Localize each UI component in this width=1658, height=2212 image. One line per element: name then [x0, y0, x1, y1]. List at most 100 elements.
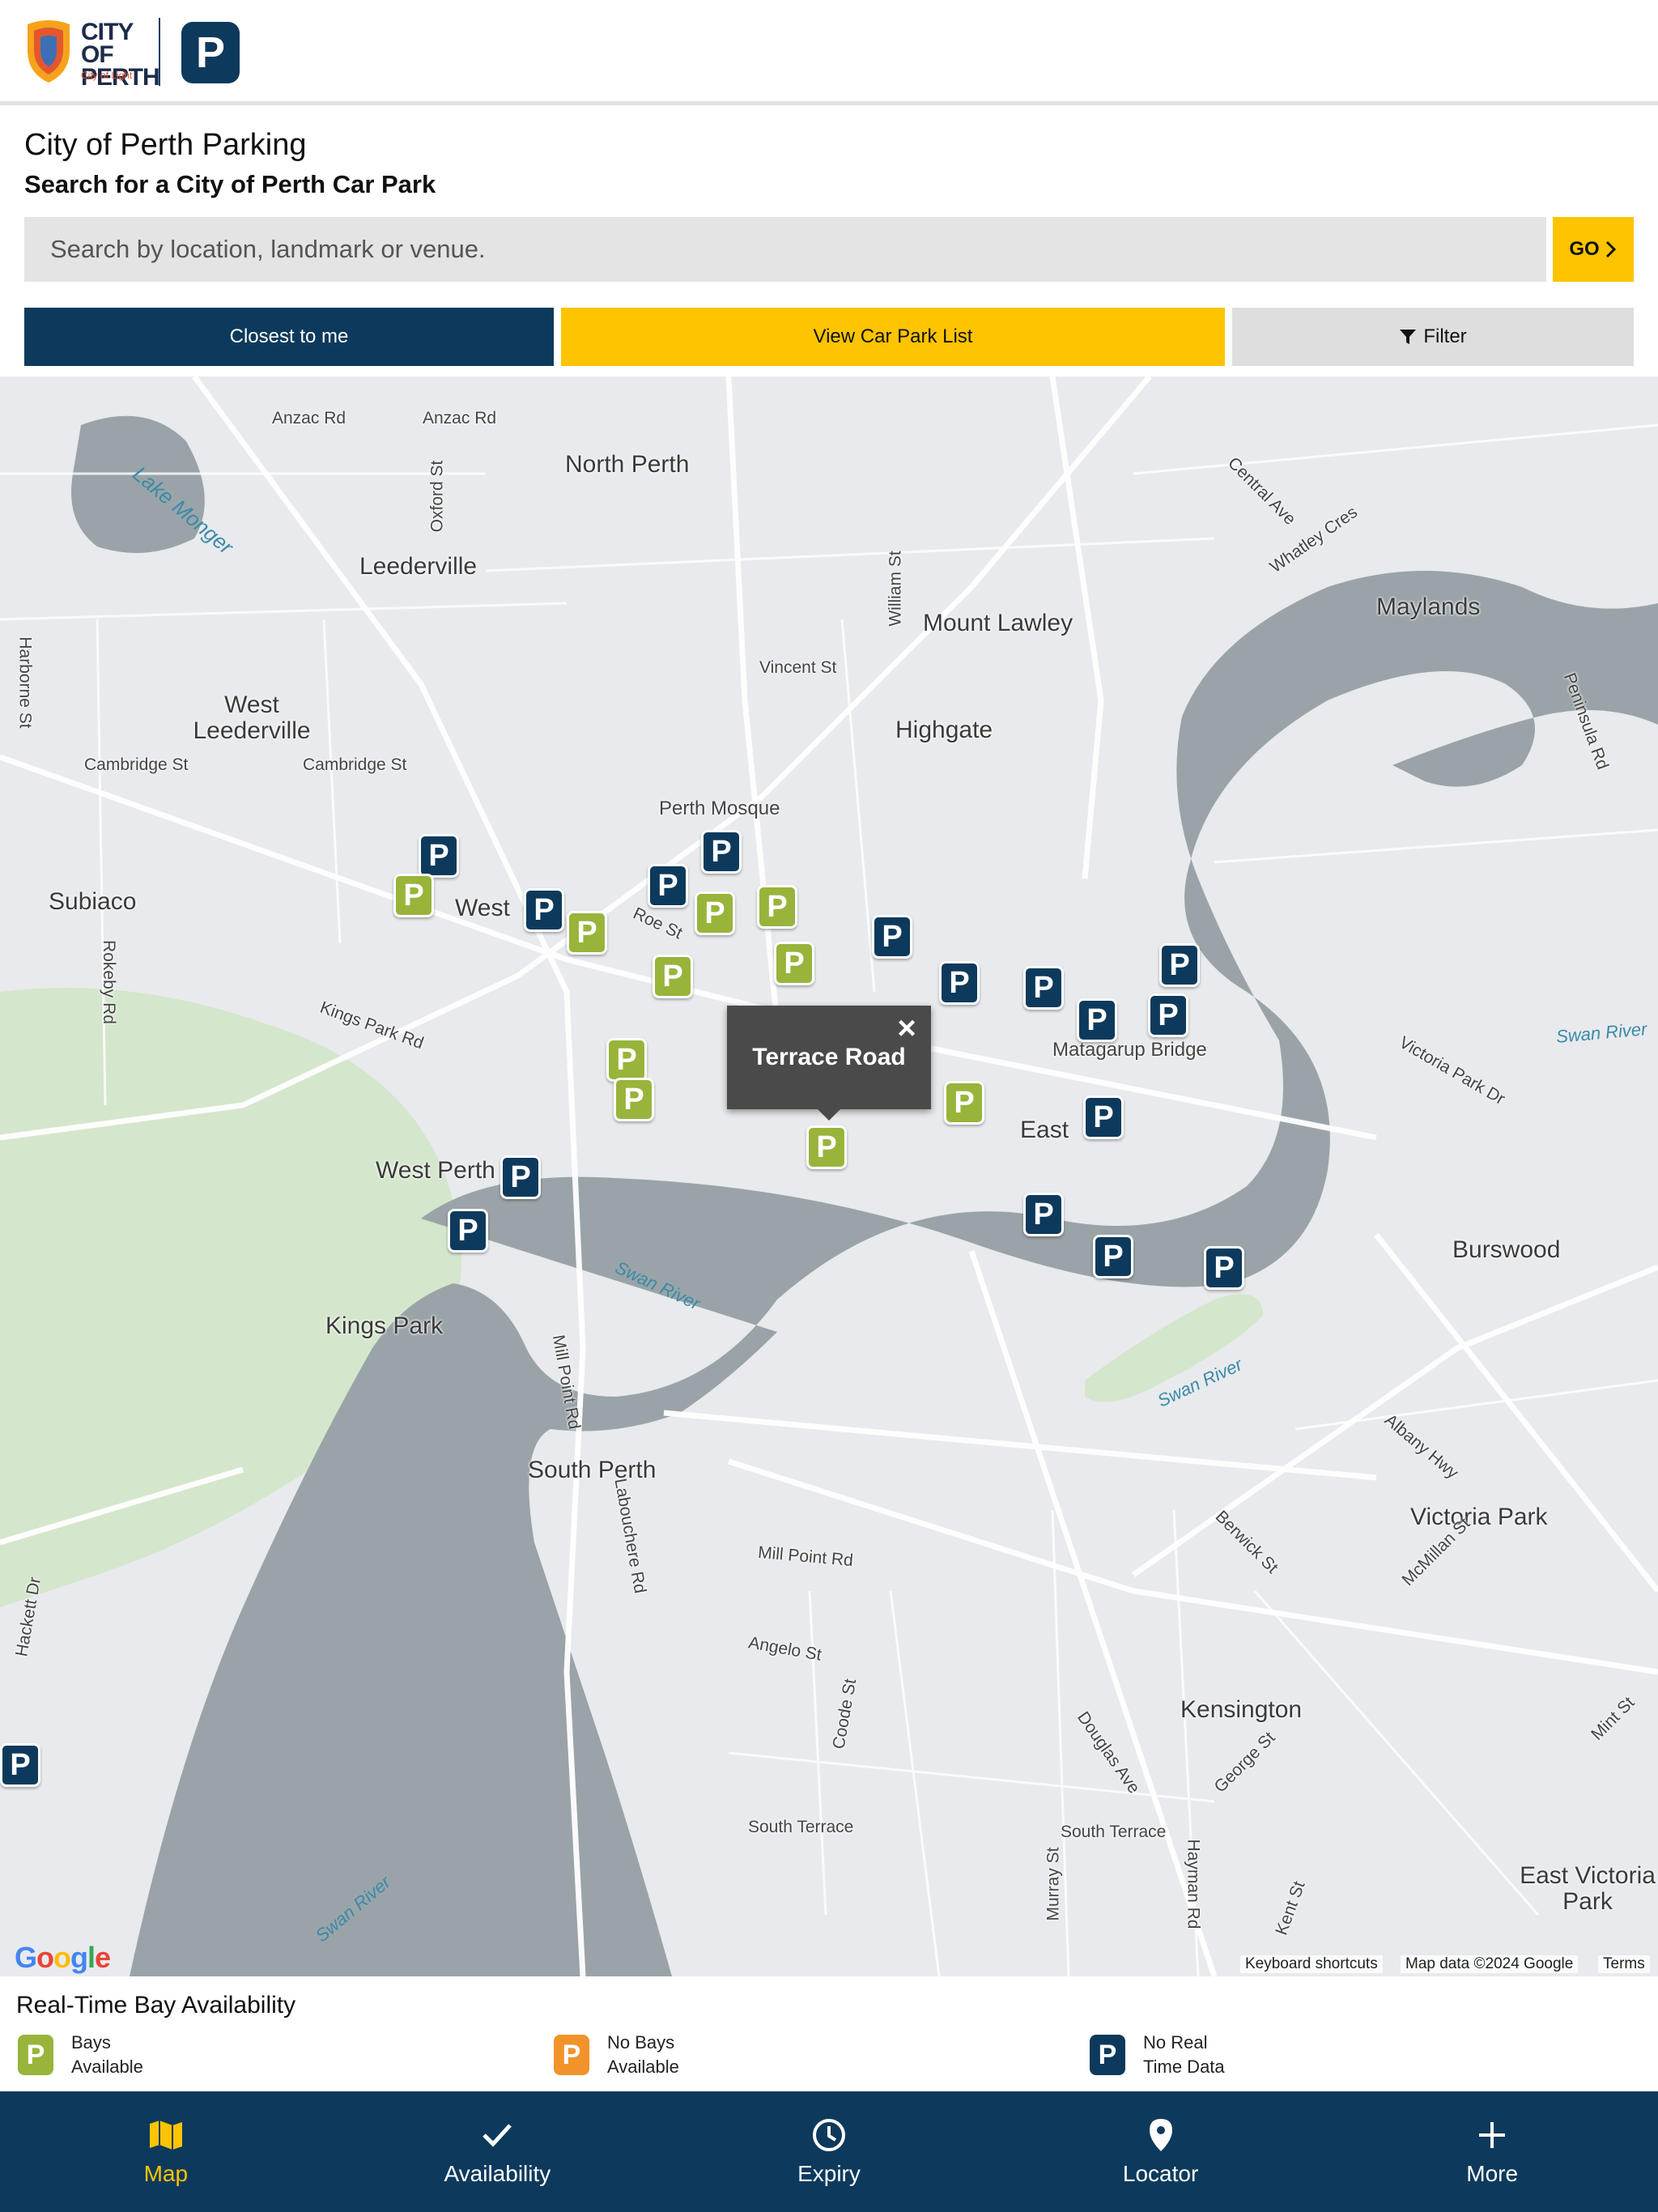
- car-park-marker-no-data[interactable]: P: [1023, 1193, 1064, 1236]
- parking-available-icon: P: [18, 2035, 53, 2075]
- street-label: William St: [886, 551, 905, 627]
- car-park-marker-no-data[interactable]: P: [500, 1155, 541, 1199]
- car-park-map[interactable]: North Perth Leederville Mount Lawley May…: [0, 376, 1658, 1976]
- page-subtitle: Search for a City of Perth Car Park: [24, 170, 436, 198]
- car-park-marker-no-data[interactable]: P: [939, 961, 980, 1005]
- car-park-marker-no-data[interactable]: P: [0, 1743, 40, 1787]
- car-park-marker-available[interactable]: P: [806, 1125, 847, 1169]
- legend-label-line2: Available: [71, 2057, 143, 2077]
- street-label: Murray St: [1044, 1847, 1063, 1921]
- legend-item-available: P Bays Available: [18, 2031, 217, 2079]
- place-label-perth-mosque: Perth Mosque: [659, 798, 780, 819]
- nav-label: Expiry: [797, 2160, 861, 2186]
- car-park-marker-available[interactable]: P: [606, 1038, 647, 1082]
- closest-to-me-label: Closest to me: [229, 325, 349, 347]
- nav-label: Availability: [444, 2160, 551, 2186]
- place-label-west-perth: West Perth: [376, 1157, 495, 1184]
- bottom-nav: Map Availability Expiry Locator More: [0, 2091, 1658, 2212]
- car-park-marker-no-data[interactable]: P: [872, 915, 912, 959]
- car-park-marker-no-data[interactable]: P: [419, 834, 459, 878]
- nav-label: Map: [143, 2160, 189, 2186]
- legend-label-line1: Bays: [71, 2032, 111, 2052]
- car-park-marker-no-data[interactable]: P: [1083, 1095, 1124, 1139]
- street-label: Harborne St: [15, 636, 35, 729]
- nav-item-expiry[interactable]: Expiry: [663, 2091, 995, 2212]
- view-car-park-list-button[interactable]: View Car Park List: [561, 308, 1225, 366]
- go-button-label: GO: [1569, 238, 1600, 260]
- legend-item-no-data: P No Real Time Data: [1090, 2031, 1289, 2079]
- street-label: Anzac Rd: [272, 409, 346, 428]
- place-label-matagarup-bridge: Matagarup Bridge: [1052, 1039, 1207, 1061]
- legend-label-line1: No Real: [1143, 2032, 1208, 2052]
- car-park-marker-available[interactable]: P: [567, 911, 607, 955]
- car-park-marker-no-data[interactable]: P: [448, 1209, 488, 1253]
- google-logo: Google: [15, 1941, 111, 1974]
- car-park-marker-available[interactable]: P: [757, 885, 797, 929]
- place-label-leederville: Leederville: [359, 553, 478, 580]
- car-park-marker-available[interactable]: P: [614, 1078, 654, 1121]
- car-park-marker-available[interactable]: P: [653, 955, 693, 998]
- place-label-kensington: Kensington: [1180, 1696, 1303, 1723]
- car-park-marker-no-data[interactable]: P: [1093, 1235, 1133, 1278]
- place-label-burswood: Burswood: [1452, 1236, 1561, 1263]
- city-of-perth-logo[interactable]: CITY OF PERTH City of Light: [24, 18, 160, 90]
- go-button[interactable]: GO: [1553, 217, 1634, 282]
- legend-title: Real-Time Bay Availability: [16, 1992, 296, 2018]
- place-label-east-victoria-park: East Victoria Park: [1520, 1862, 1656, 1915]
- place-label-north-perth: North Perth: [565, 451, 690, 478]
- place-label-maylands: Maylands: [1376, 593, 1481, 620]
- parking-full-icon: P: [554, 2035, 589, 2075]
- nav-label: Locator: [1122, 2160, 1199, 2186]
- clock-icon: [812, 2118, 845, 2151]
- street-label: Cambridge St: [303, 755, 407, 774]
- car-park-marker-no-data[interactable]: P: [1023, 966, 1064, 1010]
- car-park-marker-no-data[interactable]: P: [1159, 943, 1200, 987]
- car-park-marker-no-data[interactable]: P: [701, 830, 742, 874]
- logo-tagline: City of Light: [81, 70, 133, 81]
- filter-button[interactable]: Filter: [1232, 308, 1634, 366]
- street-label: South Terrace: [1061, 1823, 1167, 1841]
- map-data-attribution: Map data ©2024 Google: [1401, 1955, 1579, 1973]
- nav-item-locator[interactable]: Locator: [995, 2091, 1327, 2212]
- street-label: Cambridge St: [84, 755, 189, 774]
- car-park-marker-no-data[interactable]: P: [1148, 993, 1188, 1037]
- close-icon[interactable]: ×: [891, 1012, 923, 1046]
- car-park-marker-no-data[interactable]: P: [524, 888, 564, 932]
- car-park-marker-no-data[interactable]: P: [1204, 1246, 1244, 1290]
- street-label: Oxford St: [427, 460, 447, 533]
- car-park-marker-no-data[interactable]: P: [648, 864, 688, 908]
- nav-item-map[interactable]: Map: [0, 2091, 332, 2212]
- car-park-marker-no-data[interactable]: P: [1077, 998, 1117, 1042]
- filter-label: Filter: [1423, 325, 1467, 347]
- header-divider: [159, 18, 160, 86]
- popup-title: Terrace Road: [752, 1044, 906, 1070]
- place-label-highgate: Highgate: [895, 717, 993, 743]
- location-pin-icon: [1149, 2118, 1172, 2151]
- app-header: CITY OF PERTH City of Light P: [0, 0, 1658, 105]
- car-park-marker-available[interactable]: P: [695, 891, 735, 935]
- terms-link[interactable]: Terms: [1598, 1955, 1650, 1973]
- street-label: South Terrace: [748, 1818, 854, 1836]
- check-icon: [483, 2123, 512, 2147]
- search-input[interactable]: [24, 217, 1546, 282]
- street-label: Rokeby Rd: [99, 940, 118, 1024]
- car-park-marker-available[interactable]: P: [393, 874, 434, 917]
- street-label: Vincent St: [759, 658, 837, 677]
- keyboard-shortcuts-link[interactable]: Keyboard shortcuts: [1240, 1955, 1383, 1973]
- car-park-marker-available[interactable]: P: [944, 1081, 984, 1125]
- place-label-west-leederville: West Leederville: [193, 691, 311, 744]
- nav-item-more[interactable]: More: [1326, 2091, 1658, 2212]
- chevron-right-icon: [1605, 240, 1616, 258]
- place-label-kings-park: Kings Park: [325, 1312, 444, 1339]
- street-label: Anzac Rd: [423, 409, 497, 428]
- place-label-west: West: [455, 895, 510, 921]
- car-park-popup: Terrace Road ×: [727, 1006, 931, 1121]
- street-label: Hayman Rd: [1184, 1839, 1203, 1929]
- car-park-marker-available[interactable]: P: [774, 942, 814, 985]
- nav-item-availability[interactable]: Availability: [332, 2091, 664, 2212]
- city-logo-emblem-icon: [28, 20, 70, 83]
- closest-to-me-button[interactable]: Closest to me: [24, 308, 554, 366]
- place-label-subiaco: Subiaco: [49, 888, 137, 915]
- legend-item-no-bays: P No Bays Available: [554, 2031, 753, 2079]
- nav-label: More: [1466, 2160, 1519, 2186]
